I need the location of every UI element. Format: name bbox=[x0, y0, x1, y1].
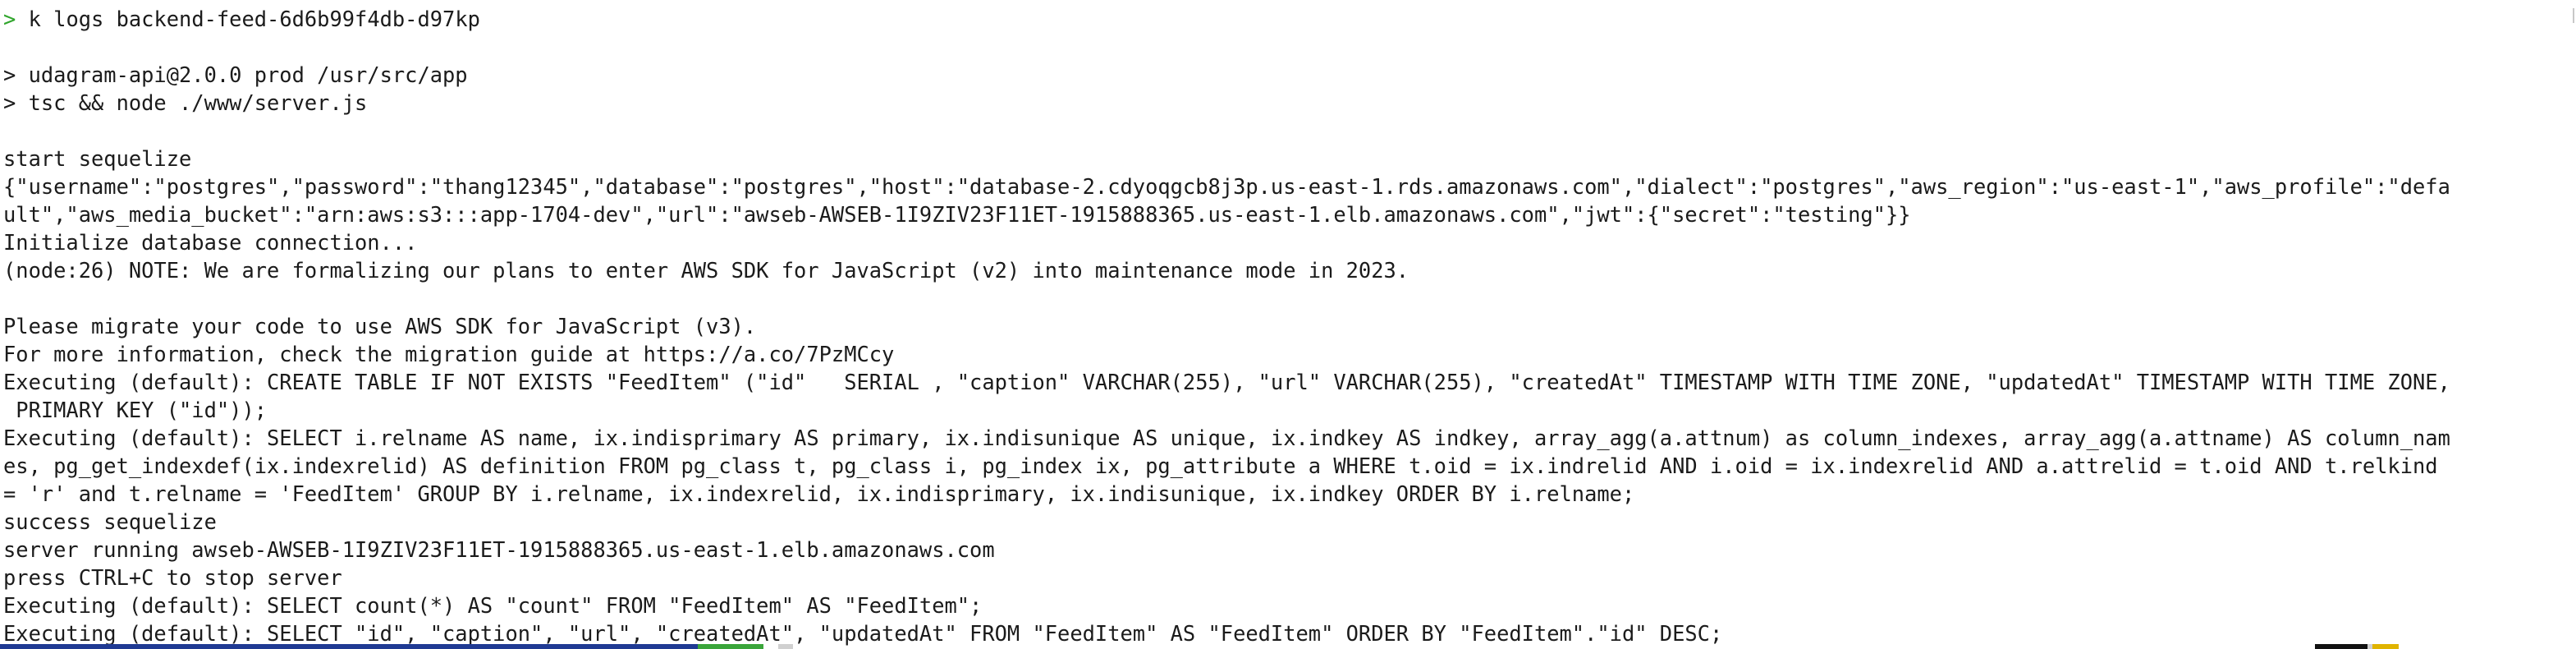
terminal-window[interactable]: > k logs backend-feed-6d6b99f4db-d97kp >… bbox=[0, 0, 2576, 649]
output-line: Please migrate your code to use AWS SDK … bbox=[3, 314, 757, 338]
output-line: Executing (default): SELECT "id", "capti… bbox=[3, 621, 1723, 646]
output-line: ult","aws_media_bucket":"arn:aws:s3:::ap… bbox=[3, 202, 1911, 227]
output-line: (node:26) NOTE: We are formalizing our p… bbox=[3, 258, 1409, 283]
output-line: PRIMARY KEY ("id")); bbox=[3, 398, 268, 422]
strip-segment-green bbox=[698, 644, 763, 649]
output-line: For more information, check the migratio… bbox=[3, 342, 895, 366]
output-line: {"username":"postgres","password":"thang… bbox=[3, 174, 2450, 199]
output-line: > udagram-api@2.0.0 prod /usr/src/app bbox=[3, 62, 468, 87]
scrollbar-edge[interactable] bbox=[2573, 8, 2574, 23]
bottom-status-strip bbox=[0, 644, 2576, 649]
output-line: Initialize database connection... bbox=[3, 230, 418, 255]
output-line: press CTRL+C to stop server bbox=[3, 565, 342, 590]
command-text: k logs backend-feed-6d6b99f4db-d97kp bbox=[28, 7, 480, 31]
output-line: es, pg_get_indexdef(ix.indexrelid) AS de… bbox=[3, 453, 2438, 478]
strip-segment-gray bbox=[778, 644, 793, 649]
output-line: Executing (default): CREATE TABLE IF NOT… bbox=[3, 370, 2450, 394]
output-line: Executing (default): SELECT i.relname AS… bbox=[3, 426, 2450, 450]
prompt-symbol: > bbox=[3, 7, 16, 31]
strip-segment-blue bbox=[0, 644, 698, 649]
terminal-output: > k logs backend-feed-6d6b99f4db-d97kp >… bbox=[3, 5, 2450, 647]
output-line: Executing (default): SELECT count(*) AS … bbox=[3, 593, 983, 618]
output-line: > tsc && node ./www/server.js bbox=[3, 90, 368, 115]
output-line: = 'r' and t.relname = 'FeedItem' GROUP B… bbox=[3, 481, 1635, 506]
strip-segment-black bbox=[2315, 644, 2367, 649]
output-line: start sequelize bbox=[3, 146, 192, 171]
command-line: > k logs backend-feed-6d6b99f4db-d97kp bbox=[3, 5, 2450, 33]
output-line: success sequelize bbox=[3, 509, 217, 534]
output-line: server running awseb-AWSEB-1I9ZIV23F11ET… bbox=[3, 537, 995, 562]
strip-segment-yellow bbox=[2372, 644, 2399, 649]
